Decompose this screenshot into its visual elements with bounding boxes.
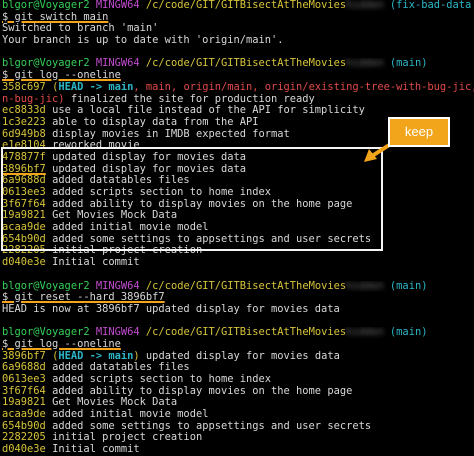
prompt-path: /c/code/GIT/GITBisectAtTheMovies [145, 0, 347, 11]
commit-line-head: 3896bf7 (HEAD -> main) updated display f… [2, 350, 340, 362]
commit-line: 0613ee3 added scripts section to home in… [2, 374, 474, 386]
prompt-user: blgor@Voyager2 [2, 58, 90, 70]
prompt-env: MINGW64 [95, 58, 140, 70]
commit-line: 19a9821 Get Movies Mock Data [2, 397, 474, 409]
head-ref: HEAD -> main [58, 81, 134, 93]
prompt-path: /c/code/GIT/GITBisectAtTheMovies [145, 58, 347, 70]
command-line: $ git switch main [2, 12, 474, 24]
commit-hash: 3896bf7 [2, 350, 46, 362]
commit-line: d040e3e Initial commit [2, 444, 474, 456]
output-line: Your branch is up to date with 'origin/m… [2, 35, 284, 47]
prompt-path: /c/code/GIT/GITBisectAtTheMovies [145, 280, 347, 292]
commit-line: 2282205 initial project creation [2, 432, 474, 444]
commit-message: added ability to display movies on the h… [52, 385, 353, 397]
prompt-path: /c/code/GIT/GITBisectAtTheMovies [145, 327, 347, 339]
commit-hash: ec8833d [2, 105, 46, 117]
command-text: $ git log --oneline [2, 70, 121, 82]
keep-callout: keep [388, 117, 450, 147]
commit-hash: 19a9821 [2, 397, 46, 409]
commit-message: added scripts section to home index [52, 374, 272, 385]
output-line: Switched to branch 'main' [2, 23, 159, 35]
commit-message: finalized the site for production ready [64, 93, 315, 105]
prompt-line: blgor@Voyager2 MINGW64 /c/code/GIT/GITBi… [2, 281, 474, 293]
commit-hash: 1c3e223 [2, 116, 46, 128]
commit-line: 6a9688d added datatables files [2, 362, 474, 374]
ref-list: , main, origin/main, origin/existing-tre… [133, 81, 474, 93]
redacted-text: hidden [346, 327, 384, 339]
command-line: $ git log --oneline [2, 70, 474, 82]
commit-message: updated display for movies data [139, 350, 340, 362]
prompt-user: blgor@Voyager2 [2, 280, 90, 292]
commit-message: initial project creation [52, 432, 203, 444]
head-ref: HEAD -> main [58, 350, 134, 362]
prompt-line: blgor@Voyager2 MINGW64 /c/code/GIT/GITBi… [2, 58, 474, 70]
prompt-branch: (main) [389, 58, 428, 70]
commit-hash: d040e3e [2, 444, 46, 456]
commit-hash: 2282205 [2, 432, 46, 444]
commit-line: acaa9de added initial movie model [2, 409, 474, 421]
commit-message: Get Movies Mock Data [52, 397, 178, 409]
commit-line: 654b90d added some settings to appsettin… [2, 421, 474, 433]
commit-message: display movies in IMDB expected format [52, 128, 290, 140]
commit-hash: d040e3e [2, 257, 46, 269]
commit-line: ec8833d use a local file instead of the … [2, 105, 474, 117]
command-text: $ git reset --hard 3896bf7 [2, 292, 165, 304]
output-line: HEAD is now at 3896bf7 updated display f… [2, 303, 340, 315]
commit-hash: 0613ee3 [2, 374, 46, 385]
commit-line: d040e3e Initial commit [2, 257, 474, 269]
commit-hash: acaa9de [2, 409, 46, 421]
prompt-line: blgor@Voyager2 MINGW64 /c/code/GIT/GITBi… [2, 327, 474, 339]
commit-hash: 6a9688d [2, 362, 46, 374]
commit-hash: 3f67f64 [2, 385, 46, 397]
prompt-branch: (fix-bad-data [389, 0, 472, 11]
redacted-text: hidden [346, 0, 384, 11]
commit-message: Initial commit [52, 444, 140, 456]
prompt-env: MINGW64 [95, 0, 140, 11]
commit-hash: 358c697 [2, 81, 46, 93]
command-text: $ git log --oneline [2, 338, 121, 350]
commit-list: 6a9688d added datatables files 0613ee3 ad… [2, 362, 474, 456]
commit-message: added some settings to appsettings and u… [52, 420, 372, 432]
prompt-env: MINGW64 [95, 327, 140, 339]
prompt-user: blgor@Voyager2 [2, 327, 90, 339]
commit-line: 3f67f64 added ability to display movies … [2, 386, 474, 398]
commit-hash: 654b90d [2, 420, 46, 432]
prompt-branch: (main) [389, 327, 428, 339]
command-text: $ git switch main [2, 11, 109, 23]
command-line: $ git log --oneline [2, 339, 474, 351]
commit-line-head-wrap: n-bug-jic) finalized the site for produc… [2, 94, 474, 106]
prompt-env: MINGW64 [95, 280, 140, 292]
commit-message: Initial commit [52, 257, 140, 269]
command-line: blgor@Voyager2 MINGW64 /c/code/GIT/GITBi… [2, 0, 474, 12]
commit-message: able to display data from the API [52, 116, 259, 128]
ref-list-wrap: n-bug-jic) [2, 93, 65, 105]
commit-message: use a local file instead of the API for … [52, 105, 365, 117]
command-line: $ git reset --hard 3896bf7 [2, 292, 474, 304]
commit-line-head: 358c697 (HEAD -> main, main, origin/main… [2, 82, 474, 94]
commit-message: added datatables files [52, 362, 190, 374]
commit-message: added initial movie model [52, 409, 209, 421]
highlight-box [1, 147, 383, 251]
commit-hash: 6d949b8 [2, 128, 46, 140]
prompt-branch: (main) [389, 280, 428, 292]
prompt-user: blgor@Voyager2 [2, 0, 90, 11]
redacted-text: hidden [346, 280, 384, 292]
redacted-text: hidden [346, 58, 384, 70]
